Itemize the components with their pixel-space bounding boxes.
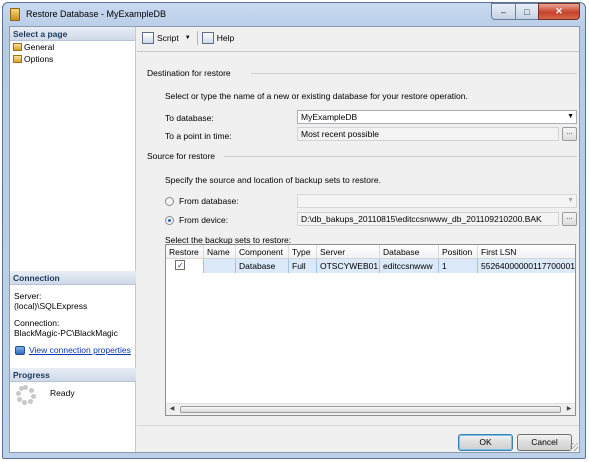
- restore-database-window: Restore Database - MyExampleDB – □ ✕ Sel…: [2, 2, 586, 459]
- ok-button[interactable]: OK: [458, 434, 513, 451]
- chevron-down-icon: ▼: [567, 113, 574, 120]
- server-cell: OTSCYWEB01: [317, 259, 380, 273]
- column-header-type[interactable]: Type: [289, 245, 317, 259]
- view-connection-link[interactable]: View connection properties: [29, 345, 131, 355]
- point-in-time-label: To a point in time:: [165, 131, 232, 141]
- maximize-icon: □: [524, 6, 530, 17]
- horizontal-scrollbar[interactable]: ◀ ▶: [166, 403, 575, 415]
- point-in-time-field: Most recent possible: [297, 127, 559, 141]
- connection-section: Connection Server: (local)\SQLExpress Co…: [10, 271, 136, 356]
- from-database-radio[interactable]: [165, 197, 174, 206]
- dialog-client-area: Select a page General Options Connection…: [9, 26, 580, 453]
- chevron-down-icon: ▼: [567, 197, 574, 204]
- maximize-button[interactable]: □: [515, 3, 538, 20]
- server-label: Server:: [14, 291, 42, 301]
- database-cell: editccsnwww: [380, 259, 439, 273]
- help-icon: [201, 32, 214, 44]
- to-database-label: To database:: [165, 113, 214, 123]
- column-header-name[interactable]: Name: [204, 245, 236, 259]
- script-icon: [142, 32, 154, 44]
- to-database-value: MyExampleDB: [301, 112, 358, 122]
- toolbar-separator: [196, 31, 198, 45]
- from-device-label: From device:: [179, 215, 229, 225]
- backup-sets-grid[interactable]: Restore Name Component Type Server Datab…: [165, 244, 576, 416]
- restore-checkbox[interactable]: [175, 259, 185, 273]
- destination-description: Select or type the name of a new or exis…: [165, 91, 468, 101]
- close-button[interactable]: ✕: [538, 3, 580, 20]
- scroll-right-icon[interactable]: ▶: [563, 404, 575, 415]
- from-device-field: D:\db_bakups_20110815\editccsnwww_db_201…: [297, 212, 559, 226]
- column-header-database[interactable]: Database: [380, 245, 439, 259]
- toolbar: Script ▼ Help: [137, 27, 579, 49]
- cancel-button[interactable]: Cancel: [517, 434, 572, 451]
- page-icon: [13, 55, 22, 63]
- page-item-label: Options: [24, 54, 54, 64]
- page-icon: [13, 43, 22, 51]
- destination-header: Destination for restore: [147, 68, 231, 78]
- progress-spinner-icon: [16, 385, 36, 405]
- right-pane: Script ▼ Help Destination for restore Se…: [137, 27, 579, 425]
- close-icon: ✕: [555, 6, 563, 16]
- progress-status: Ready: [50, 388, 75, 398]
- from-database-label: From database:: [179, 196, 239, 206]
- type-cell: Full: [289, 259, 317, 273]
- name-cell: [204, 259, 236, 273]
- help-button[interactable]: Help: [201, 32, 235, 44]
- scrollbar-thumb[interactable]: [180, 406, 561, 413]
- title-bar[interactable]: Restore Database - MyExampleDB – □ ✕: [3, 3, 585, 27]
- table-row[interactable]: Database Full OTSCYWEB01 editccsnwww 1 5…: [166, 259, 575, 273]
- progress-section: Progress Ready: [10, 368, 136, 428]
- connection-header: Connection: [10, 271, 136, 285]
- connection-value: BlackMagic-PC\BlackMagic: [14, 328, 118, 338]
- point-in-time-browse-button[interactable]: ...: [562, 127, 577, 141]
- position-cell: 1: [439, 259, 478, 273]
- help-label: Help: [216, 33, 235, 43]
- database-icon: [10, 8, 20, 21]
- from-database-dropdown[interactable]: ▼: [297, 194, 577, 208]
- grid-header-row: Restore Name Component Type Server Datab…: [166, 245, 575, 259]
- restore-cell: [166, 259, 204, 273]
- from-device-value: D:\db_bakups_20110815\editccsnwww_db_201…: [301, 214, 542, 224]
- resize-grip-icon[interactable]: [570, 443, 578, 451]
- script-button[interactable]: Script ▼: [142, 32, 191, 44]
- component-cell: Database: [236, 259, 289, 273]
- point-in-time-value: Most recent possible: [301, 129, 379, 139]
- page-item-general[interactable]: General: [10, 41, 135, 53]
- progress-header: Progress: [10, 368, 136, 382]
- destination-rule: [251, 73, 577, 74]
- script-label: Script: [157, 33, 179, 43]
- column-header-server[interactable]: Server: [317, 245, 380, 259]
- select-page-header: Select a page: [10, 27, 135, 41]
- column-header-component[interactable]: Component: [236, 245, 289, 259]
- to-database-dropdown[interactable]: MyExampleDB ▼: [297, 110, 577, 124]
- server-value: (local)\SQLExpress: [14, 301, 88, 311]
- source-description: Specify the source and location of backu…: [165, 175, 381, 185]
- dropdown-arrow-icon: ▼: [184, 35, 191, 41]
- column-header-position[interactable]: Position: [439, 245, 478, 259]
- caption-buttons: – □ ✕: [491, 3, 580, 21]
- minimize-button[interactable]: –: [491, 3, 515, 20]
- column-header-restore[interactable]: Restore: [166, 245, 204, 259]
- page-item-label: General: [24, 42, 55, 52]
- first-lsn-cell: 55264000000117700001: [478, 259, 575, 273]
- scroll-left-icon[interactable]: ◀: [166, 404, 178, 415]
- source-header: Source for restore: [147, 151, 216, 161]
- left-pane: Select a page General Options Connection…: [10, 27, 136, 452]
- from-device-browse-button[interactable]: ...: [562, 212, 577, 226]
- connection-properties-icon: [15, 346, 25, 356]
- column-header-first-lsn[interactable]: First LSN: [478, 245, 575, 259]
- view-connection-properties[interactable]: View connection properties: [10, 345, 136, 356]
- minimize-icon: –: [500, 6, 506, 17]
- from-device-radio[interactable]: [165, 216, 174, 225]
- footer-divider: [137, 425, 579, 426]
- page-item-options[interactable]: Options: [10, 53, 135, 65]
- toolbar-divider: [137, 51, 579, 52]
- connection-label: Connection:: [14, 318, 60, 328]
- window-title: Restore Database - MyExampleDB: [26, 9, 167, 19]
- source-rule: [224, 156, 577, 157]
